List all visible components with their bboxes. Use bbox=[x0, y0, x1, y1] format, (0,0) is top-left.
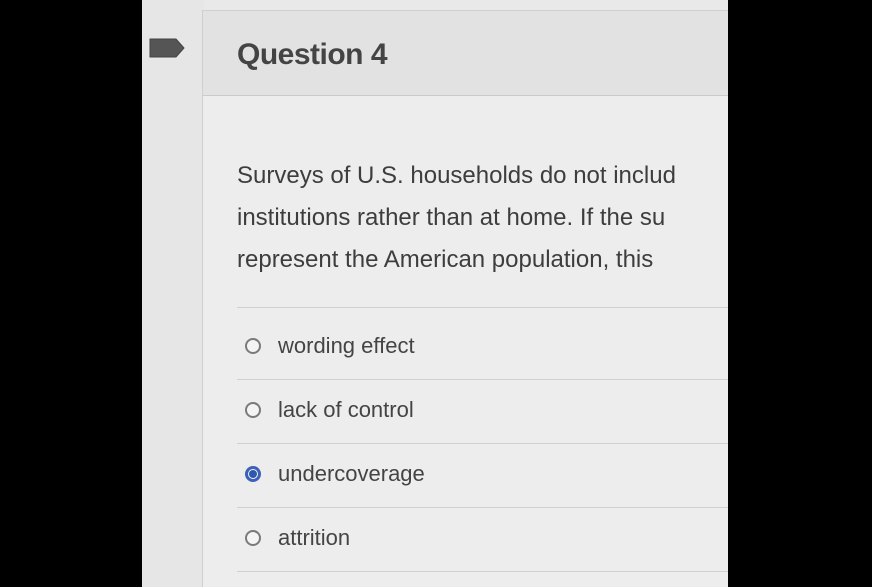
divider bbox=[237, 571, 728, 572]
question-text-line: represent the American population, this bbox=[237, 246, 654, 273]
radio-button[interactable] bbox=[245, 402, 261, 418]
answer-option-wording-effect[interactable]: wording effect bbox=[245, 329, 415, 363]
quiz-screen: Question 4 Surveys of U.S. households do… bbox=[142, 0, 728, 587]
option-label: lack of control bbox=[278, 397, 414, 422]
question-text: Surveys of U.S. households do not includ… bbox=[237, 155, 728, 281]
divider bbox=[237, 443, 728, 444]
option-label: undercoverage bbox=[278, 461, 425, 486]
radio-button[interactable] bbox=[245, 338, 261, 354]
flag-icon[interactable] bbox=[148, 37, 186, 59]
divider bbox=[237, 307, 728, 308]
question-card: Question 4 Surveys of U.S. households do… bbox=[202, 10, 728, 587]
answer-option-lack-of-control[interactable]: lack of control bbox=[245, 393, 414, 427]
question-title: Question 4 bbox=[237, 38, 388, 71]
answer-option-attrition[interactable]: attrition bbox=[245, 521, 350, 555]
option-label: attrition bbox=[278, 525, 351, 550]
answer-option-undercoverage[interactable]: undercoverage bbox=[245, 457, 425, 491]
divider bbox=[237, 507, 728, 508]
photo-background: Question 4 Surveys of U.S. households do… bbox=[0, 0, 872, 587]
option-label: wording effect bbox=[278, 333, 415, 358]
divider bbox=[237, 379, 728, 380]
question-text-line: Surveys of U.S. households do not includ bbox=[237, 162, 676, 189]
radio-button-selected[interactable] bbox=[245, 466, 261, 482]
photo-border bbox=[728, 0, 872, 587]
question-sidebar bbox=[142, 0, 204, 587]
question-header: Question 4 bbox=[203, 11, 728, 96]
question-text-line: institutions rather than at home. If the… bbox=[237, 204, 666, 231]
radio-button[interactable] bbox=[245, 530, 261, 546]
